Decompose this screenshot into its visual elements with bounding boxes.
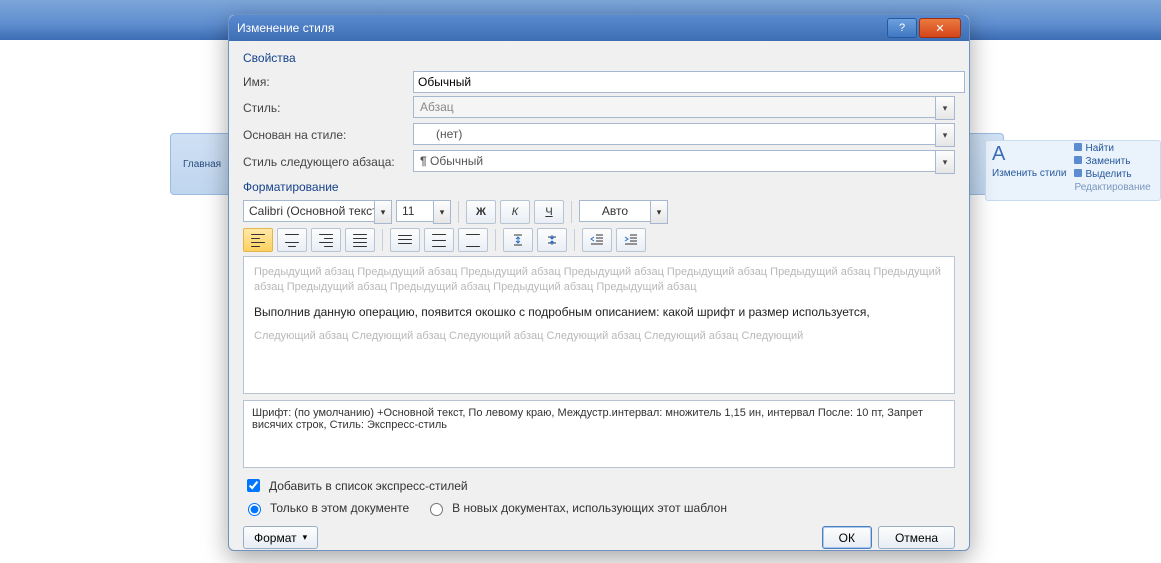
align-center-button[interactable]: [277, 228, 307, 252]
preview-next-para: Следующий абзац Следующий абзац Следующи…: [254, 329, 944, 344]
chevron-down-icon[interactable]: ▾: [935, 123, 955, 147]
format-menu-button[interactable]: Формат ▾: [243, 526, 318, 549]
bg-editing-label: Редактирование: [1074, 182, 1150, 193]
align-right-button[interactable]: [311, 228, 341, 252]
bg-select: Выделить: [1085, 169, 1131, 180]
section-properties: Свойства: [243, 51, 955, 65]
titlebar[interactable]: Изменение стиля ? ✕: [229, 15, 969, 41]
find-icon: [1074, 143, 1082, 151]
chevron-down-icon[interactable]: ▾: [433, 200, 451, 224]
modify-style-dialog: Изменение стиля ? ✕ Свойства Имя: Стиль:…: [228, 14, 970, 551]
space-before-inc-button[interactable]: [503, 228, 533, 252]
line-spacing-15-button[interactable]: [424, 228, 454, 252]
font-select[interactable]: Calibri (Основной текст) ▾: [243, 200, 392, 224]
line-spacing-2-button[interactable]: [458, 228, 488, 252]
add-quick-styles-check[interactable]: Добавить в список экспресс-стилей: [243, 476, 955, 495]
italic-button[interactable]: К: [500, 200, 530, 224]
preview-prev-para: Предыдущий абзац Предыдущий абзац Предыд…: [254, 265, 944, 296]
format-toolbar-row2: [243, 228, 955, 252]
scope-template-label: В новых документах, использующих этот ша…: [452, 501, 727, 515]
scope-this-doc-radio[interactable]: Только в этом документе: [243, 500, 409, 516]
italic-icon: К: [512, 206, 518, 218]
align-justify-icon: [353, 234, 367, 246]
help-button[interactable]: ?: [887, 18, 917, 38]
type-label: Стиль:: [243, 101, 413, 115]
close-button[interactable]: ✕: [919, 18, 961, 38]
indent-decrease-button[interactable]: [582, 228, 612, 252]
line-spacing-tight-icon: [398, 234, 412, 246]
dialog-title: Изменение стиля: [237, 21, 885, 35]
underline-icon: Ч: [545, 206, 552, 218]
paragraph-space-inc-icon: [511, 233, 525, 247]
font-name: Calibri (Основной текст): [243, 200, 374, 222]
bg-tab-home: Главная: [183, 159, 221, 170]
name-input[interactable]: [413, 71, 965, 93]
line-spacing-1-button[interactable]: [390, 228, 420, 252]
align-left-button[interactable]: [243, 228, 273, 252]
scope-this-doc-label: Только в этом документе: [270, 501, 409, 515]
pilcrow-icon: ¶: [420, 154, 427, 168]
chevron-down-icon[interactable]: ▾: [374, 200, 392, 224]
bold-icon: Ж: [476, 206, 486, 218]
based-on-label: Основан на стиле:: [243, 128, 413, 142]
format-toolbar-row1: Calibri (Основной текст) ▾ 11 ▾ Ж К Ч Ав…: [243, 200, 955, 224]
preview-box: Предыдущий абзац Предыдущий абзац Предыд…: [243, 256, 955, 394]
font-size-select[interactable]: 11 ▾: [396, 200, 451, 224]
align-right-icon: [319, 234, 333, 246]
based-on-combo[interactable]: (нет) ▾: [413, 123, 955, 147]
align-center-icon: [285, 234, 299, 246]
next-style-label: Стиль следующего абзаца:: [243, 155, 413, 169]
styles-A-icon: A: [992, 143, 1066, 166]
select-icon: [1074, 169, 1082, 177]
close-icon: ✕: [935, 22, 944, 35]
next-style-value: ¶ Обычный: [413, 150, 935, 172]
type-combo: Абзац ▾: [413, 96, 955, 120]
scope-this-doc-input[interactable]: [248, 503, 261, 516]
bg-editing-pane: A Изменить стили Найти Заменить Выделить…: [985, 140, 1161, 201]
section-formatting: Форматирование: [243, 180, 955, 194]
indent-increase-icon: [624, 233, 638, 247]
line-spacing-loose-icon: [466, 234, 480, 246]
add-quick-styles-label: Добавить в список экспресс-стилей: [269, 479, 468, 493]
replace-icon: [1074, 156, 1082, 164]
bold-button[interactable]: Ж: [466, 200, 496, 224]
format-button-label: Формат: [254, 531, 297, 545]
help-icon: ?: [899, 22, 905, 34]
align-justify-button[interactable]: [345, 228, 375, 252]
type-value: Абзац: [413, 96, 935, 118]
preview-sample-text: Выполнив данную операцию, появится окошк…: [254, 304, 944, 321]
font-color-select[interactable]: Авто ▾: [579, 200, 668, 224]
space-before-dec-button[interactable]: [537, 228, 567, 252]
paragraph-space-dec-icon: [545, 233, 559, 247]
align-left-icon: [251, 234, 265, 246]
bg-find: Найти: [1085, 143, 1114, 154]
chevron-down-icon[interactable]: ▾: [650, 200, 668, 224]
name-label: Имя:: [243, 75, 413, 89]
cancel-button[interactable]: Отмена: [878, 526, 955, 549]
chevron-down-icon: ▾: [303, 532, 308, 543]
chevron-down-icon: ▾: [935, 96, 955, 120]
font-color: Авто: [579, 200, 650, 222]
next-style-text: Обычный: [430, 154, 483, 168]
line-spacing-med-icon: [432, 234, 446, 246]
indent-increase-button[interactable]: [616, 228, 646, 252]
based-on-value: (нет): [413, 123, 935, 145]
scope-template-input[interactable]: [430, 503, 443, 516]
ok-button[interactable]: ОК: [822, 526, 872, 549]
font-size: 11: [396, 200, 433, 222]
indent-decrease-icon: [590, 233, 604, 247]
underline-button[interactable]: Ч: [534, 200, 564, 224]
bg-replace: Заменить: [1085, 156, 1130, 167]
next-style-combo[interactable]: ¶ Обычный ▾: [413, 150, 955, 174]
scope-template-radio[interactable]: В новых документах, использующих этот ша…: [425, 500, 727, 516]
add-quick-styles-checkbox[interactable]: [247, 479, 260, 492]
style-description: Шрифт: (по умолчанию) +Основной текст, П…: [243, 400, 955, 468]
bg-change-styles: Изменить стили: [992, 168, 1066, 179]
chevron-down-icon[interactable]: ▾: [935, 150, 955, 174]
